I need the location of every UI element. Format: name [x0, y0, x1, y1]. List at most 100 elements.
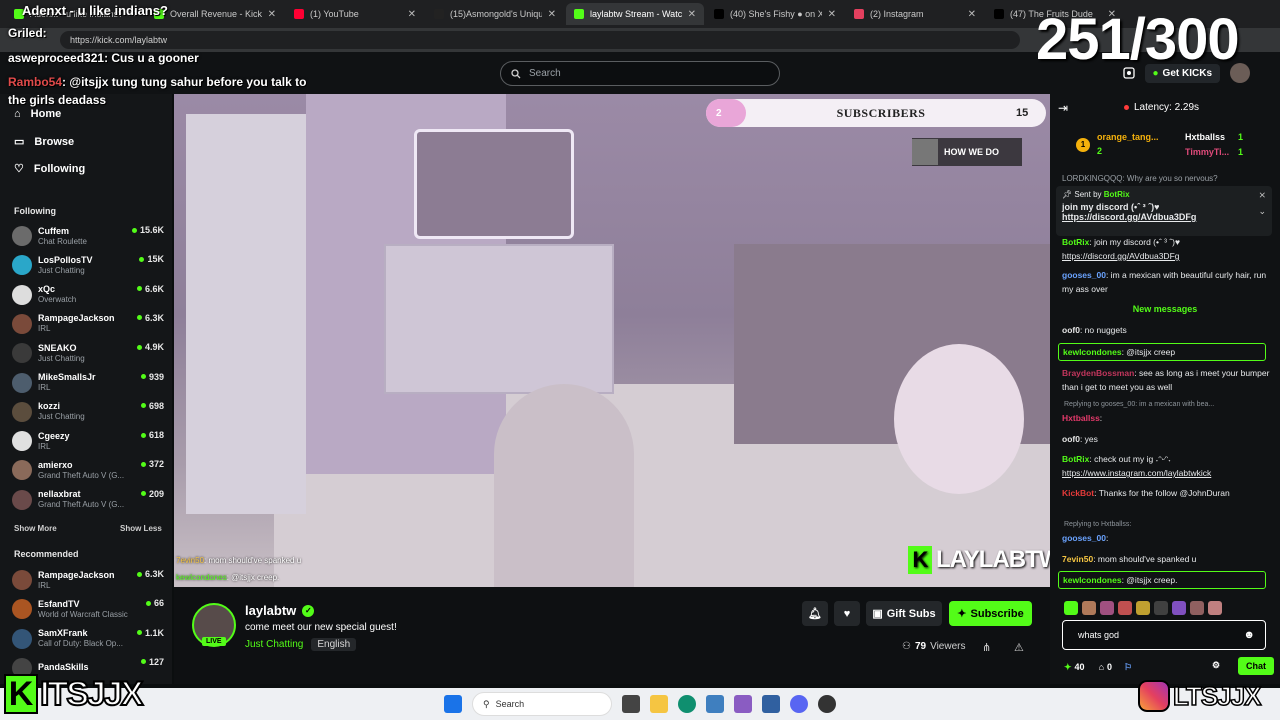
store-icon[interactable]	[762, 695, 780, 713]
emote-icon[interactable]	[1190, 601, 1204, 615]
discord-icon[interactable]	[790, 695, 808, 713]
emote-icon[interactable]	[1082, 601, 1096, 615]
stream-category[interactable]: Just Chatting	[245, 639, 303, 650]
chat-username[interactable]: BotRix	[1062, 454, 1089, 464]
gift-subs-button[interactable]: ▣ Gift Subs	[866, 601, 942, 626]
browser-tab[interactable]: laylabtw Stream - Watc ✕	[566, 3, 704, 25]
pinned-link[interactable]: https://discord.gg/AVdbua3DFg	[1062, 212, 1266, 222]
chat-username[interactable]: gooses_00	[1062, 533, 1106, 543]
close-icon[interactable]: ✕	[408, 9, 416, 20]
channel-item[interactable]: Cgeezy IRL 618	[12, 427, 164, 455]
emote-icon[interactable]	[1136, 601, 1150, 615]
browser-tab[interactable]: (15)Asmongold's Unique Ap ✕	[426, 3, 564, 25]
emoji-icon[interactable]: ☻	[1243, 629, 1255, 641]
home-icon: ⌂	[14, 108, 21, 120]
close-icon[interactable]: ✕	[968, 9, 976, 20]
store-icon[interactable]: ⌂	[1099, 662, 1104, 672]
gifter-name[interactable]: Hxtballss	[1185, 132, 1225, 142]
chat-link[interactable]: https://www.instagram.com/laylabtwkick	[1062, 466, 1272, 480]
chat-input[interactable]: whats god ☻	[1062, 620, 1266, 650]
chat-text: : yes	[1079, 434, 1098, 444]
chat-username[interactable]: Hxtballss	[1062, 413, 1100, 423]
chat-username[interactable]: gooses_00	[1062, 270, 1106, 280]
chat-message: 7evin50: mom should've spanked u	[1062, 552, 1272, 566]
language-tag[interactable]: English	[311, 638, 357, 651]
channel-item[interactable]: RampageJackson IRL 6.3K	[12, 566, 164, 594]
streamer-name[interactable]: laylabtw ✓	[245, 603, 315, 618]
unpin-icon[interactable]: ⨯	[1258, 190, 1266, 201]
settings-icon[interactable]: ⚙	[1212, 660, 1220, 671]
task-view-icon[interactable]	[622, 695, 640, 713]
follow-button[interactable]: ♥	[834, 601, 860, 626]
emote-icon[interactable]	[1208, 601, 1222, 615]
nav-home[interactable]: ⌂ Home	[14, 108, 61, 120]
chat-username[interactable]: KickBot	[1062, 488, 1094, 498]
chat-username[interactable]: BotRix	[1062, 237, 1089, 247]
channel-item[interactable]: nellaxbrat Grand Theft Auto V (G... 209	[12, 486, 164, 514]
windows-start-icon[interactable]	[444, 695, 462, 713]
notification-bell-button[interactable]: 🔔︎	[802, 601, 828, 626]
report-icon[interactable]: ⚠	[1014, 641, 1024, 654]
emote-icon[interactable]	[1118, 601, 1132, 615]
chat-username[interactable]: oof0	[1062, 434, 1080, 444]
emote-icon[interactable]	[1100, 601, 1114, 615]
pinned-user[interactable]: BotRix	[1104, 190, 1130, 199]
obs-icon[interactable]	[818, 695, 836, 713]
search-input[interactable]: Search	[500, 61, 780, 86]
album-thumb	[912, 139, 938, 165]
gifter-name[interactable]: TimmyTi...	[1185, 147, 1229, 157]
show-less-link[interactable]: Show Less	[120, 524, 162, 533]
tab-label: (15)Asmongold's Unique Ap	[450, 9, 542, 19]
send-chat-button[interactable]: Chat	[1238, 657, 1274, 675]
channel-name: MikeSmallsJr	[38, 372, 96, 382]
taskbar-search[interactable]: ⚲ Search	[472, 692, 612, 716]
channel-item[interactable]: amierxo Grand Theft Auto V (G... 372	[12, 456, 164, 484]
gifter-name[interactable]: orange_tang...	[1097, 132, 1159, 142]
chat-link[interactable]: https://discord.gg/AVdbua3DFg	[1062, 249, 1272, 263]
subscribe-button[interactable]: ✦ Subscribe	[949, 601, 1032, 626]
url-field[interactable]: https://kick.com/laylabtw	[60, 31, 1020, 49]
app-icon[interactable]	[734, 695, 752, 713]
video-player[interactable]: 2 SUBSCRIBERS 15 HOW WE DO 7evin50: mom …	[174, 94, 1050, 587]
chat-username[interactable]: BraydenBossman	[1062, 368, 1134, 378]
channel-item[interactable]: SamXFrank Call of Duty: Black Op... 1.1K	[12, 625, 164, 653]
browser-tab[interactable]: (40) She's Fishy ● on X: "On ✕	[706, 3, 844, 25]
emote-icon[interactable]	[1154, 601, 1168, 615]
channel-item[interactable]: kozzi Just Chatting 698	[12, 398, 164, 426]
emote-icon[interactable]	[1172, 601, 1186, 615]
viewer-count: 372	[148, 459, 164, 470]
share-icon[interactable]: ⋔	[982, 641, 991, 654]
show-more-link[interactable]: Show More	[14, 524, 57, 533]
app-icon[interactable]	[706, 695, 724, 713]
chat-username[interactable]: kewlcondones	[1063, 347, 1122, 357]
now-playing: HOW WE DO	[912, 138, 1022, 166]
channel-item[interactable]: SNEAKO Just Chatting 4.9K	[12, 339, 164, 367]
collapse-chat-icon[interactable]: ⇥	[1058, 101, 1068, 115]
channel-item[interactable]: LosPollosTV Just Chatting 15K	[12, 251, 164, 279]
browse-icon: ▭	[14, 136, 25, 148]
close-icon[interactable]: ✕	[268, 9, 276, 20]
close-icon[interactable]: ✕	[828, 9, 836, 20]
chevron-down-icon[interactable]: ⌄	[1258, 206, 1266, 217]
browser-tab[interactable]: (1) YouTube ✕	[286, 3, 424, 25]
favicon-icon	[854, 9, 864, 19]
nav-following[interactable]: ♡ Following	[14, 162, 85, 176]
chat-username[interactable]: kewlcondones	[1063, 575, 1122, 585]
edge-icon[interactable]	[678, 695, 696, 713]
close-icon[interactable]: ✕	[688, 9, 696, 20]
emote-icon[interactable]	[1064, 601, 1078, 615]
tool-icon[interactable]: ⚐	[1124, 662, 1132, 673]
channel-item[interactable]: EsfandTV World of Warcraft Classic 66	[12, 595, 164, 623]
nav-browse[interactable]: ▭ Browse	[14, 135, 74, 149]
bell-icon: 🔔︎	[808, 608, 822, 620]
chat-username[interactable]: oof0	[1062, 325, 1080, 335]
chat-username[interactable]: 7evin50	[1062, 554, 1093, 564]
channel-item[interactable]: xQc Overwatch 6.6K	[12, 281, 164, 309]
close-icon[interactable]: ✕	[548, 9, 556, 20]
channel-item[interactable]: RampageJackson IRL 6.3K	[12, 310, 164, 338]
brand-text: LTSJJX	[1172, 680, 1262, 712]
channel-item[interactable]: Cuffem Chat Roulette 15.6K	[12, 222, 164, 250]
file-explorer-icon[interactable]	[650, 695, 668, 713]
channel-item[interactable]: MikeSmallsJr IRL 939	[12, 369, 164, 397]
browser-tab[interactable]: (2) Instagram ✕	[846, 3, 984, 25]
